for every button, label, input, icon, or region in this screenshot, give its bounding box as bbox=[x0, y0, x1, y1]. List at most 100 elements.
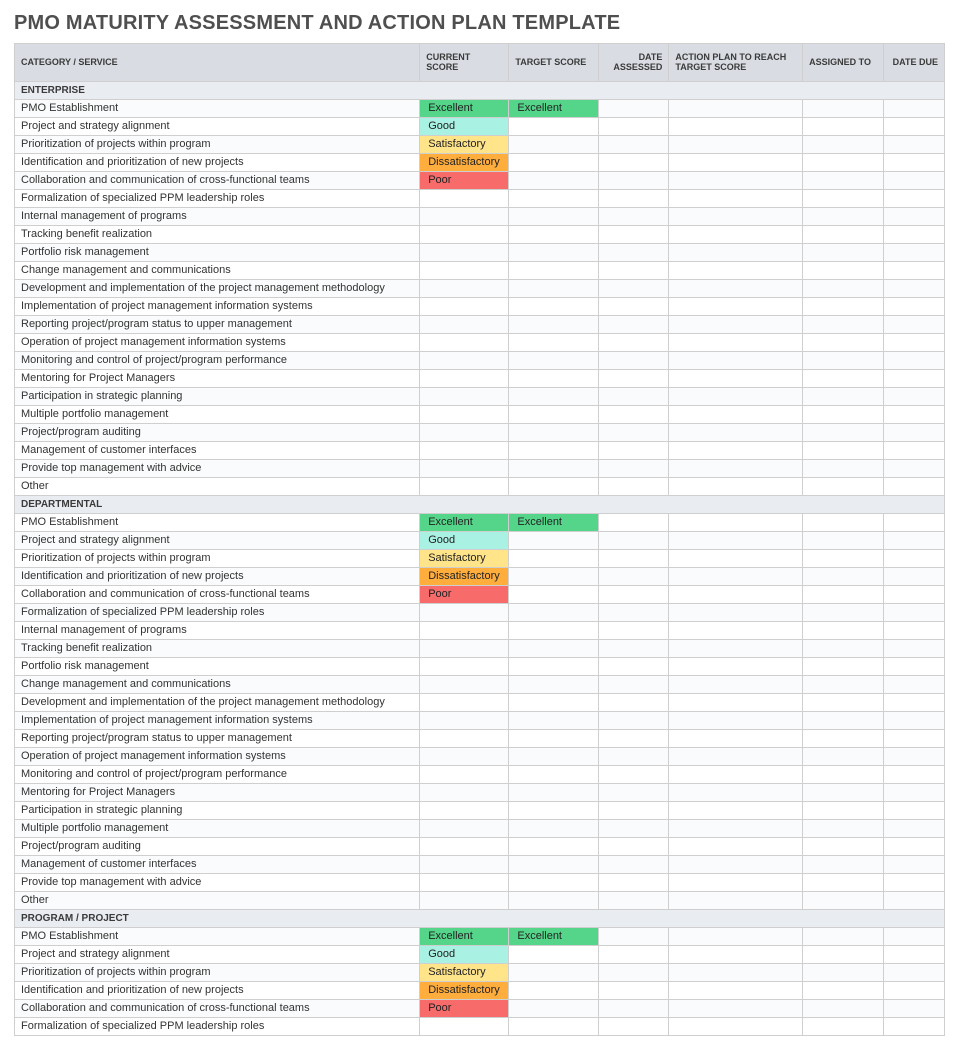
target-score-cell[interactable] bbox=[509, 567, 598, 585]
assigned-to-cell[interactable] bbox=[803, 891, 884, 909]
action-plan-cell[interactable] bbox=[669, 207, 803, 225]
date-due-cell[interactable] bbox=[884, 837, 945, 855]
target-score-cell[interactable] bbox=[509, 315, 598, 333]
current-score-cell[interactable] bbox=[420, 765, 509, 783]
date-assessed-cell[interactable] bbox=[598, 945, 669, 963]
action-plan-cell[interactable] bbox=[669, 621, 803, 639]
assigned-to-cell[interactable] bbox=[803, 99, 884, 117]
current-score-cell[interactable]: Satisfactory bbox=[420, 963, 509, 981]
date-assessed-cell[interactable] bbox=[598, 981, 669, 999]
assigned-to-cell[interactable] bbox=[803, 405, 884, 423]
date-due-cell[interactable] bbox=[884, 1017, 945, 1035]
date-assessed-cell[interactable] bbox=[598, 279, 669, 297]
assigned-to-cell[interactable] bbox=[803, 729, 884, 747]
current-score-cell[interactable]: Poor bbox=[420, 171, 509, 189]
target-score-cell[interactable] bbox=[509, 891, 598, 909]
assigned-to-cell[interactable] bbox=[803, 855, 884, 873]
current-score-cell[interactable] bbox=[420, 243, 509, 261]
action-plan-cell[interactable] bbox=[669, 819, 803, 837]
action-plan-cell[interactable] bbox=[669, 315, 803, 333]
date-due-cell[interactable] bbox=[884, 531, 945, 549]
action-plan-cell[interactable] bbox=[669, 963, 803, 981]
current-score-cell[interactable] bbox=[420, 603, 509, 621]
action-plan-cell[interactable] bbox=[669, 405, 803, 423]
date-due-cell[interactable] bbox=[884, 171, 945, 189]
target-score-cell[interactable] bbox=[509, 621, 598, 639]
date-due-cell[interactable] bbox=[884, 891, 945, 909]
date-due-cell[interactable] bbox=[884, 243, 945, 261]
action-plan-cell[interactable] bbox=[669, 99, 803, 117]
action-plan-cell[interactable] bbox=[669, 873, 803, 891]
action-plan-cell[interactable] bbox=[669, 279, 803, 297]
current-score-cell[interactable] bbox=[420, 459, 509, 477]
assigned-to-cell[interactable] bbox=[803, 567, 884, 585]
date-due-cell[interactable] bbox=[884, 747, 945, 765]
date-due-cell[interactable] bbox=[884, 423, 945, 441]
date-assessed-cell[interactable] bbox=[598, 153, 669, 171]
current-score-cell[interactable]: Dissatisfactory bbox=[420, 981, 509, 999]
action-plan-cell[interactable] bbox=[669, 189, 803, 207]
date-assessed-cell[interactable] bbox=[598, 423, 669, 441]
assigned-to-cell[interactable] bbox=[803, 783, 884, 801]
date-due-cell[interactable] bbox=[884, 783, 945, 801]
action-plan-cell[interactable] bbox=[669, 135, 803, 153]
assigned-to-cell[interactable] bbox=[803, 171, 884, 189]
target-score-cell[interactable] bbox=[509, 801, 598, 819]
assigned-to-cell[interactable] bbox=[803, 135, 884, 153]
date-assessed-cell[interactable] bbox=[598, 243, 669, 261]
current-score-cell[interactable]: Good bbox=[420, 117, 509, 135]
date-assessed-cell[interactable] bbox=[598, 657, 669, 675]
date-assessed-cell[interactable] bbox=[598, 477, 669, 495]
date-assessed-cell[interactable] bbox=[598, 387, 669, 405]
date-due-cell[interactable] bbox=[884, 927, 945, 945]
assigned-to-cell[interactable] bbox=[803, 513, 884, 531]
target-score-cell[interactable] bbox=[509, 531, 598, 549]
target-score-cell[interactable] bbox=[509, 711, 598, 729]
current-score-cell[interactable]: Dissatisfactory bbox=[420, 567, 509, 585]
date-assessed-cell[interactable] bbox=[598, 207, 669, 225]
date-due-cell[interactable] bbox=[884, 711, 945, 729]
action-plan-cell[interactable] bbox=[669, 693, 803, 711]
current-score-cell[interactable] bbox=[420, 819, 509, 837]
action-plan-cell[interactable] bbox=[669, 387, 803, 405]
assigned-to-cell[interactable] bbox=[803, 387, 884, 405]
action-plan-cell[interactable] bbox=[669, 549, 803, 567]
target-score-cell[interactable]: Excellent bbox=[509, 513, 598, 531]
current-score-cell[interactable] bbox=[420, 891, 509, 909]
current-score-cell[interactable] bbox=[420, 729, 509, 747]
current-score-cell[interactable] bbox=[420, 711, 509, 729]
target-score-cell[interactable] bbox=[509, 405, 598, 423]
date-assessed-cell[interactable] bbox=[598, 819, 669, 837]
current-score-cell[interactable] bbox=[420, 297, 509, 315]
assigned-to-cell[interactable] bbox=[803, 837, 884, 855]
action-plan-cell[interactable] bbox=[669, 711, 803, 729]
date-assessed-cell[interactable] bbox=[598, 873, 669, 891]
assigned-to-cell[interactable] bbox=[803, 621, 884, 639]
target-score-cell[interactable] bbox=[509, 189, 598, 207]
target-score-cell[interactable] bbox=[509, 693, 598, 711]
date-due-cell[interactable] bbox=[884, 405, 945, 423]
target-score-cell[interactable] bbox=[509, 333, 598, 351]
target-score-cell[interactable] bbox=[509, 981, 598, 999]
action-plan-cell[interactable] bbox=[669, 1017, 803, 1035]
action-plan-cell[interactable] bbox=[669, 981, 803, 999]
date-assessed-cell[interactable] bbox=[598, 567, 669, 585]
current-score-cell[interactable] bbox=[420, 1017, 509, 1035]
date-assessed-cell[interactable] bbox=[598, 837, 669, 855]
date-assessed-cell[interactable] bbox=[598, 405, 669, 423]
assigned-to-cell[interactable] bbox=[803, 657, 884, 675]
target-score-cell[interactable] bbox=[509, 639, 598, 657]
target-score-cell[interactable] bbox=[509, 171, 598, 189]
target-score-cell[interactable] bbox=[509, 585, 598, 603]
action-plan-cell[interactable] bbox=[669, 783, 803, 801]
assigned-to-cell[interactable] bbox=[803, 873, 884, 891]
current-score-cell[interactable]: Excellent bbox=[420, 513, 509, 531]
target-score-cell[interactable] bbox=[509, 369, 598, 387]
date-assessed-cell[interactable] bbox=[598, 459, 669, 477]
date-due-cell[interactable] bbox=[884, 999, 945, 1017]
action-plan-cell[interactable] bbox=[669, 567, 803, 585]
current-score-cell[interactable] bbox=[420, 855, 509, 873]
target-score-cell[interactable] bbox=[509, 837, 598, 855]
date-assessed-cell[interactable] bbox=[598, 765, 669, 783]
date-due-cell[interactable] bbox=[884, 117, 945, 135]
